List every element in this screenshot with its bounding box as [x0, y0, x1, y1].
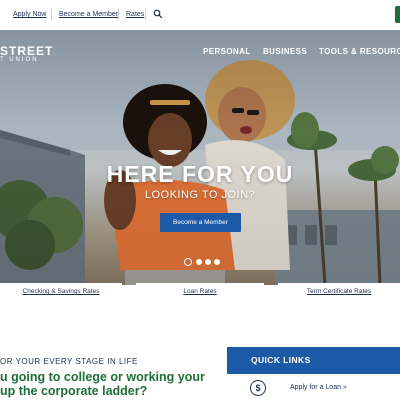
tab-loan-rates[interactable]: Loan Rates	[136, 283, 264, 301]
utility-divider	[51, 9, 52, 20]
become-member-link[interactable]: Become a Member	[59, 11, 118, 18]
tab-checking-savings-rates[interactable]: Checking & Savings Rates	[0, 283, 122, 301]
search-icon[interactable]	[153, 9, 163, 19]
nav-personal[interactable]: PERSONAL	[203, 47, 251, 56]
nav-tools-resources[interactable]: TOOLS & RESOURCES	[319, 47, 400, 56]
carousel-dot[interactable]	[214, 259, 220, 265]
logo-tagline: T UNION	[0, 57, 39, 63]
hero-subtitle: LOOKING TO JOIN?	[144, 189, 256, 201]
stage-question-line2: up the corporate ladder?	[0, 384, 148, 398]
hero-title: HERE FOR YOU	[106, 161, 294, 187]
apply-now-link[interactable]: Apply Now	[13, 11, 46, 18]
carousel-dot[interactable]	[196, 259, 202, 265]
become-member-button[interactable]: Become a Member	[160, 213, 241, 232]
quick-links-header: QUICK LINKS	[227, 347, 400, 374]
stage-heading: OR YOUR EVERY STAGE IN LIFE	[0, 357, 138, 366]
hero-overlay	[0, 30, 400, 285]
tab-term-certificate-rates[interactable]: Term Certificate Rates	[278, 283, 400, 301]
quick-link-apply-loan[interactable]: Apply for a Loan »	[290, 384, 347, 391]
carousel-dot-active[interactable]	[184, 258, 192, 266]
carousel-dot[interactable]	[205, 259, 211, 265]
utility-divider	[118, 9, 119, 20]
utility-bar: Apply Now Become a Member Rates	[0, 0, 400, 30]
nav-business[interactable]: BUSINESS	[263, 47, 307, 56]
dollar-circle-icon: $	[250, 380, 266, 396]
rates-link[interactable]: Rates	[126, 11, 144, 18]
stage-question-line1: u going to college or working your	[0, 370, 205, 384]
hero-banner: STREET T UNION PERSONAL BUSINESS TOOLS &…	[0, 30, 400, 285]
utility-divider	[145, 9, 146, 20]
logo-wordmark[interactable]: STREET	[0, 44, 53, 58]
header-cta-button[interactable]	[395, 6, 400, 23]
